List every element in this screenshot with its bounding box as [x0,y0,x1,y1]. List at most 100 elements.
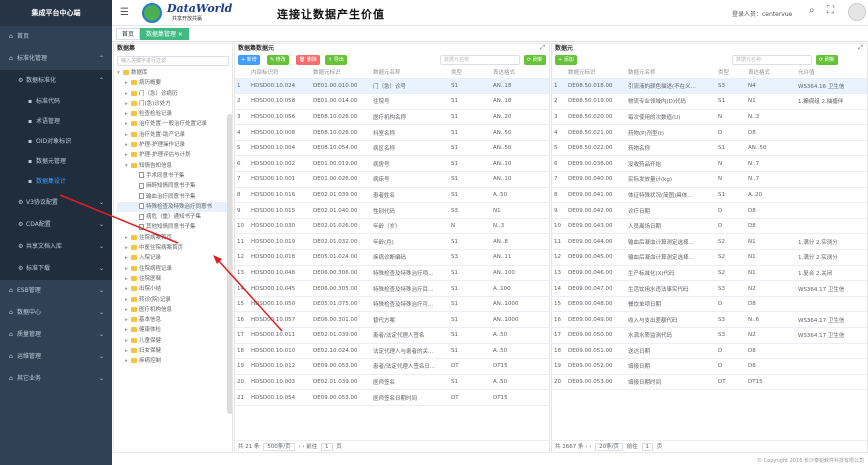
sidebar-item-6[interactable]: ▪ 数据元管理 [0,152,112,172]
sidebar-item-4[interactable]: ▪ 术语管理 [0,112,112,132]
table-row[interactable]: 14 DE09.00.047.00 生活饮用水违法事实代码 S3 N2 WS364.17 … [552,280,867,297]
prev-page-icon[interactable]: ‹ [298,444,300,450]
table-row[interactable]: 4 DE08.50.021.00 药物(P)剂型(t) D D8 [552,124,867,141]
tree-node[interactable]: ▾ 数据库 [117,68,232,78]
table-row[interactable]: 20 DE09.00.053.00 填报日期时间 DT DT15 [552,374,867,391]
tree-node[interactable]: ▸ 门（急）诊病历 [117,89,232,99]
column-header[interactable]: 数据元标识 [566,66,626,79]
sidebar-item-12[interactable]: ⌂ ESB管理 ⌄ [0,280,112,302]
table-row[interactable]: 6 HDSD00.10.002 DE01.00.019.00 病房号 S1 AN..10 [235,155,549,173]
tree-node[interactable]: ▸ 儿童保健 [117,336,232,346]
tree-node[interactable]: ▸ 病历概要 [117,78,232,88]
table-row[interactable]: 1 DE08.50.018.00 引流液的颜色描述(不在义... S3 N4 WS364.… [552,78,867,95]
table-row[interactable]: 10 DE09.00.043.00 人员离场日期 D D8 [552,218,867,235]
sidebar-item-15[interactable]: ⌂ 运维管理 ⌄ [0,346,112,368]
sidebar-item-7[interactable]: ▪ 数据集设计 [0,172,112,192]
table-row[interactable]: 13 HDSD00.10.048 DE06.00.306.00 特殊检查及特殊治疗项.… [235,265,549,282]
tree-node[interactable]: ▸ 住院病案首页 [117,233,232,243]
tree-node[interactable]: ▸ 护理-护理操作记录 [117,140,232,150]
sidebar-item-9[interactable]: ⚙ CDA配置 ⌄ [0,214,112,236]
element-page-input[interactable]: 1 [641,442,654,451]
tree-node[interactable]: ▸ 中医住院病案首页 [117,243,232,253]
table-row[interactable]: 21 HDSD00.10.054 DE09.00.053.00 医师签名日期时间 DT D… [235,389,549,406]
table-row[interactable]: 14 HDSD00.10.045 DE06.00.305.00 特殊检查及特殊治疗目.… [235,280,549,297]
fullscreen-icon[interactable]: ⛶ [827,5,834,16]
dataset-search-input[interactable]: 数据元名称 [440,55,520,65]
tree-node[interactable]: ▸ 住院病程记录 [117,264,232,274]
search-icon[interactable]: ⌕ [809,5,815,16]
tree-search-input[interactable]: 输入关键字进行过滤 [117,56,229,66]
sidebar-item-13[interactable]: ⌂ 数据中心 ⌄ [0,302,112,324]
table-row[interactable]: 2 HDSD00.10.058 DE01.00.014.00 住院号 S1 AN..18 [235,93,549,110]
tab-home[interactable]: 首页 [116,28,141,40]
column-header[interactable] [235,66,249,79]
column-header[interactable]: 数据元标识 [311,66,371,79]
table-row[interactable]: 13 DE09.00.046.00 生产标准化(X)代码 S2 N1 1.复合 2.关闭 [552,265,867,282]
table-row[interactable]: 7 DE09.00.040.00 实际发放量计(kg) N N..7 [552,171,867,188]
table-row[interactable]: 18 HDSD00.10.010 DE02.10.024.00 法定代理人与患者的关.… [235,343,549,360]
element-refresh-button[interactable]: ⟳ 刷新 [816,55,838,65]
sidebar-item-2[interactable]: ⚙ 数据标准化 ⌃ [0,70,112,92]
next-page-icon[interactable]: › [302,444,304,450]
column-header[interactable]: 表达格式 [491,66,549,79]
tree-node[interactable]: ▸ 住院医嘱 [117,274,232,284]
table-row[interactable]: 15 HDSD00.10.050 DE05.01.075.00 特殊检查及特殊治疗可.… [235,296,549,313]
table-row[interactable]: 4 HDSD00.10.008 DE08.10.026.00 科室名称 S1 AN..50 [235,124,549,141]
column-header[interactable]: 内部标识符 [249,66,311,79]
add-button[interactable]: + 新增 [238,55,260,65]
column-header[interactable]: 表达格式 [746,66,796,79]
table-row[interactable]: 10 HDSD00.10.030 DE02.01.026.00 年龄（岁） N N..3 [235,218,549,235]
tree-node[interactable]: 麻醉知情同意书子集 [117,181,232,191]
tree-node[interactable]: ▾ 知情告知信息 [117,161,232,171]
table-row[interactable]: 8 HDSD00.10.016 DE02.01.039.00 患者姓名 S1 A..50 [235,187,549,204]
tree-node[interactable]: ▸ 门(急)诊处方 [117,99,232,109]
tree-node[interactable]: ▸ 出院小结 [117,284,232,294]
tab-dataset-management[interactable]: 数据集管理 × [140,28,189,40]
tree-node[interactable]: ▸ 入院记录 [117,253,232,263]
sidebar-item-3[interactable]: ▪ 标准代码 [0,92,112,112]
column-header[interactable]: 数据元名称 [371,66,449,79]
table-row[interactable]: 5 DE08.50.022.00 药物名称 S1 AN..50 [552,140,867,157]
avatar[interactable] [848,3,866,21]
column-header[interactable]: 数据元名称 [626,66,716,79]
column-header[interactable] [552,66,566,79]
sidebar-item-16[interactable]: ⌂ 其它业务 ⌄ [0,368,112,390]
tree-node[interactable]: 其他知情同意书子集 [117,222,232,232]
table-row[interactable]: 7 HDSD00.10.001 DE01.00.026.00 病床号 S1 AN..10 [235,171,549,188]
sidebar-item-8[interactable]: ⚙ V3协议配置 ⌄ [0,192,112,214]
tree-node[interactable]: ▸ 治疗处置-一般治疗处置记录 [117,119,232,129]
tree-node[interactable]: 手术同意书子集 [117,171,232,181]
sidebar-item-11[interactable]: ⚙ 标准下载 ⌄ [0,258,112,280]
dataset-page-size-select[interactable]: 500条/页 [263,442,295,451]
table-row[interactable]: 18 DE09.00.051.00 送达日期 D D8 [552,343,867,360]
table-row[interactable]: 19 DE09.00.052.00 填报日期 D D8 [552,358,867,375]
export-button[interactable]: ⇪ 导出 [325,55,347,65]
tree-node[interactable]: ▸ 基本信息 [117,315,232,325]
table-row[interactable]: 3 DE08.50.020.00 每次使用的次数值(U) N N..3 [552,109,867,126]
table-row[interactable]: 8 DE09.00.041.00 体征特殊状况(简图)具体... S1 A..20 [552,187,867,204]
sidebar-item-0[interactable]: ⌂ 首页 [0,26,112,48]
table-row[interactable]: 17 HDSD00.10.011 DE02.01.039.00 患者/法定代理人签名 S… [235,327,549,344]
table-row[interactable]: 3 HDSD00.10.056 DE08.10.026.00 医疗机构名称 S1 AN..… [235,109,549,126]
column-header[interactable]: 允许值 [796,66,867,79]
tree-node[interactable]: ▸ 妇女保健 [117,346,232,356]
sidebar-item-5[interactable]: ▪ OID对象标识 [0,132,112,152]
table-row[interactable]: 16 DE09.00.049.00 收入与支出差额代码 S3 N..6 WS364.17 … [552,311,867,328]
element-page-size-select[interactable]: 20条/页 [595,442,624,451]
column-header[interactable]: 类型 [716,66,746,79]
tree-node[interactable]: 病危（重）通知书子集 [117,212,232,222]
table-row[interactable]: 15 DE09.00.048.00 餐饮单项日期 D D8 [552,296,867,313]
sidebar-item-10[interactable]: ⚙ 共享文档入库 ⌄ [0,236,112,258]
tree-node[interactable]: 特殊检查及特殊治疗同意书 [117,201,232,213]
prev-page-icon[interactable]: ‹ [585,444,587,450]
table-row[interactable]: 11 HDSD00.10.019 DE02.01.032.00 年龄(月) S1 AN..… [235,233,549,251]
table-row[interactable]: 2 DE08.50.019.00 物流专业领域内(D)代码 S1 N1 1.癫痫组 2.抽… [552,93,867,110]
table-row[interactable]: 12 DE09.00.045.00 输血后凝血计算测定选择... S2 N1 1.满分 2… [552,249,867,266]
tree-scrollbar[interactable] [227,114,232,414]
tree-node[interactable]: ▸ 疾病控制 [117,356,232,366]
table-row[interactable]: 20 HDSD00.10.003 DE02.01.039.00 医师签名 S1 A..50 [235,374,549,391]
expand-icon[interactable]: ⤢ [540,44,545,52]
tree-node[interactable]: ▸ 医疗机构信息 [117,305,232,315]
delete-button[interactable]: 🗑 删除 [296,55,320,65]
table-row[interactable]: 9 DE09.00.042.00 诊疗日期 D D8 [552,202,867,219]
